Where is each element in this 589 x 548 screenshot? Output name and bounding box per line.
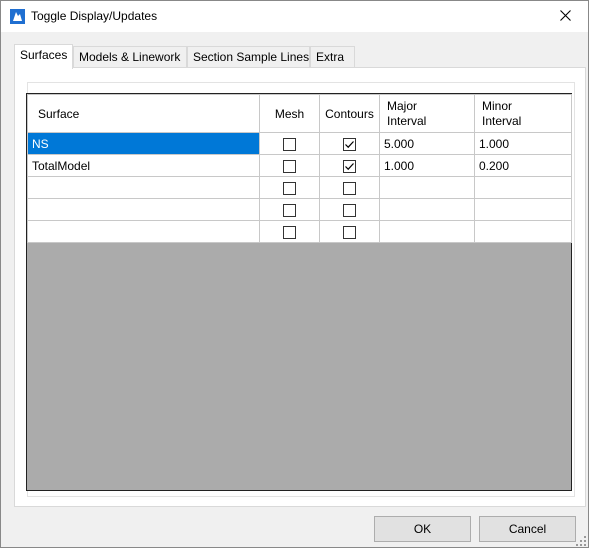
table-row[interactable]: NS 5.000 1.000 xyxy=(27,132,572,155)
minor-interval-cell[interactable] xyxy=(474,220,572,243)
table-row[interactable] xyxy=(27,176,572,199)
surface-cell[interactable]: NS xyxy=(27,132,260,155)
column-header-major-interval[interactable]: Major Interval xyxy=(379,94,475,133)
contours-checkbox[interactable] xyxy=(343,203,356,217)
resize-grip-icon[interactable] xyxy=(576,535,586,546)
major-header-line1: Major xyxy=(387,98,418,113)
column-header-surface[interactable]: Surface xyxy=(27,94,260,133)
tab-section-sample-lines[interactable]: Section Sample Lines xyxy=(187,46,310,68)
table-body: NS 5.000 1.000 TotalModel 1.000 0.200 xyxy=(27,132,572,243)
mesh-cell xyxy=(259,176,320,199)
table-header-row: Surface Mesh Contours Major Interval Min… xyxy=(27,94,572,133)
mesh-checkbox[interactable] xyxy=(283,159,296,173)
contours-checkbox[interactable] xyxy=(343,225,356,239)
contours-checkbox[interactable] xyxy=(343,181,356,195)
checkmark-icon xyxy=(345,140,354,148)
mesh-cell xyxy=(259,154,320,177)
tab-extra[interactable]: Extra xyxy=(310,46,355,68)
minor-header-line1: Minor xyxy=(482,98,513,113)
surfaces-grid[interactable]: Surface Mesh Contours Major Interval Min… xyxy=(26,93,572,491)
major-interval-cell[interactable] xyxy=(379,176,475,199)
contours-cell xyxy=(319,198,380,221)
major-header-line2: Interval xyxy=(387,113,427,128)
contours-cell xyxy=(319,132,380,155)
surfaces-table: Surface Mesh Contours Major Interval Min… xyxy=(27,94,572,243)
minor-interval-cell[interactable]: 1.000 xyxy=(474,132,572,155)
surface-cell[interactable]: TotalModel xyxy=(27,154,260,177)
app-logo-icon xyxy=(10,9,25,24)
contours-cell xyxy=(319,220,380,243)
surface-cell[interactable] xyxy=(27,176,260,199)
major-interval-cell[interactable]: 1.000 xyxy=(379,154,475,177)
column-header-minor-interval[interactable]: Minor Interval xyxy=(474,94,572,133)
contours-cell xyxy=(319,176,380,199)
checkmark-icon xyxy=(345,162,354,170)
title-bar[interactable]: Toggle Display/Updates xyxy=(1,1,588,32)
surface-cell[interactable] xyxy=(27,220,260,243)
major-interval-cell[interactable] xyxy=(379,198,475,221)
mesh-checkbox[interactable] xyxy=(283,203,296,217)
close-button[interactable] xyxy=(542,1,588,32)
minor-header-line2: Interval xyxy=(482,113,522,128)
surface-cell[interactable] xyxy=(27,198,260,221)
mesh-cell xyxy=(259,132,320,155)
dialog-window: Toggle Display/Updates Surfaces Models &… xyxy=(0,0,589,548)
column-header-mesh[interactable]: Mesh xyxy=(259,94,320,133)
close-icon xyxy=(559,9,571,24)
table-row[interactable]: TotalModel 1.000 0.200 xyxy=(27,154,572,177)
minor-interval-cell[interactable] xyxy=(474,198,572,221)
minor-interval-cell[interactable] xyxy=(474,176,572,199)
contours-checkbox[interactable] xyxy=(343,137,356,151)
mesh-cell xyxy=(259,198,320,221)
tab-models-linework[interactable]: Models & Linework xyxy=(73,46,187,68)
table-row[interactable] xyxy=(27,198,572,221)
table-row[interactable] xyxy=(27,220,572,243)
mesh-cell xyxy=(259,220,320,243)
tab-surfaces[interactable]: Surfaces xyxy=(14,44,73,69)
major-interval-cell[interactable] xyxy=(379,220,475,243)
window-title: Toggle Display/Updates xyxy=(31,9,158,23)
minor-interval-cell[interactable]: 0.200 xyxy=(474,154,572,177)
contours-cell xyxy=(319,154,380,177)
mesh-checkbox[interactable] xyxy=(283,181,296,195)
column-header-contours[interactable]: Contours xyxy=(319,94,380,133)
mesh-checkbox[interactable] xyxy=(283,225,296,239)
mesh-checkbox[interactable] xyxy=(283,137,296,151)
contours-checkbox[interactable] xyxy=(343,159,356,173)
cancel-button[interactable]: Cancel xyxy=(479,516,576,542)
major-interval-cell[interactable]: 5.000 xyxy=(379,132,475,155)
ok-button[interactable]: OK xyxy=(374,516,471,542)
